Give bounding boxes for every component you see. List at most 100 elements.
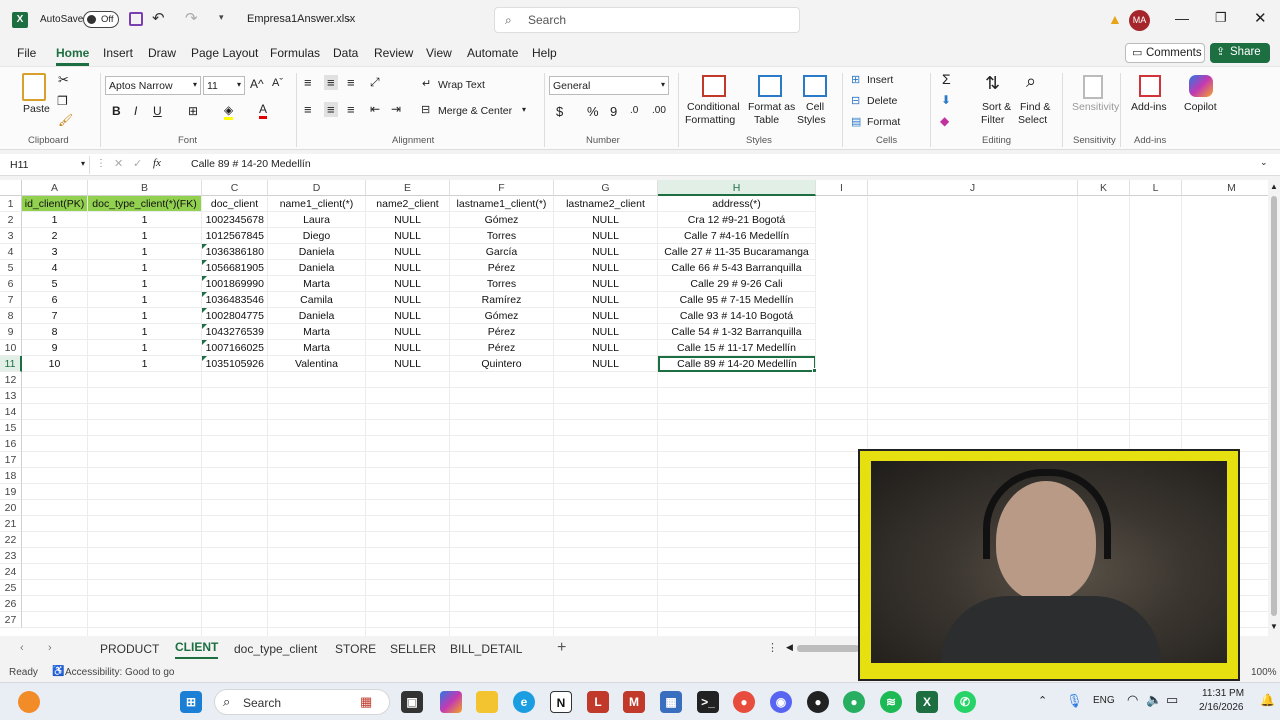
empty-row[interactable] xyxy=(22,404,1268,420)
wrap-text-icon[interactable]: ↵ xyxy=(422,77,431,90)
table-label[interactable]: Table xyxy=(754,114,779,126)
mcafee-icon[interactable]: M xyxy=(623,691,645,713)
column-header-e[interactable]: E xyxy=(366,180,450,196)
row-header-5[interactable]: 5 xyxy=(0,260,22,276)
pdf-reader-icon[interactable]: L xyxy=(587,691,609,713)
sheet-tab-seller[interactable]: SELLER xyxy=(390,642,436,656)
next-sheet-icon[interactable]: › xyxy=(48,642,52,654)
davinci-icon[interactable]: ● xyxy=(807,691,829,713)
column-header-h[interactable]: H xyxy=(658,180,816,196)
discord-icon[interactable]: ◉ xyxy=(770,691,792,713)
data-cell[interactable]: NULL xyxy=(554,228,658,244)
data-cell[interactable]: 1035105926 xyxy=(202,356,268,372)
row-header-8[interactable]: 8 xyxy=(0,308,22,324)
data-cell[interactable]: NULL xyxy=(554,308,658,324)
widgets-icon[interactable] xyxy=(18,691,40,713)
decrease-font-icon[interactable]: Aˇ xyxy=(272,77,283,89)
data-cell[interactable]: 1 xyxy=(88,260,202,276)
format-cells-button[interactable]: Format xyxy=(867,116,900,128)
data-cell[interactable]: 1012567845 xyxy=(202,228,268,244)
data-cell[interactable]: Camila xyxy=(268,292,366,308)
column-header-i[interactable]: I xyxy=(816,180,868,196)
data-cell[interactable]: Quintero xyxy=(450,356,554,372)
calculator-icon[interactable]: ▦ xyxy=(660,691,682,713)
minimize-icon[interactable]: — xyxy=(1175,10,1189,26)
data-cell[interactable]: Diego xyxy=(268,228,366,244)
data-cell[interactable]: NULL xyxy=(554,244,658,260)
whatsapp-icon[interactable]: ✆ xyxy=(954,691,976,713)
volume-icon[interactable]: 🔈 xyxy=(1146,692,1162,708)
header-cell[interactable]: doc_type_client(*)(FK) xyxy=(88,196,202,212)
tab-data[interactable]: Data xyxy=(333,46,358,60)
scroll-left-icon[interactable]: ◀ xyxy=(786,642,793,653)
row-header-26[interactable]: 26 xyxy=(0,596,22,612)
align-right-icon[interactable]: ≡ xyxy=(347,102,355,117)
increase-indent-icon[interactable]: ⇥ xyxy=(391,102,401,116)
formula-input[interactable]: Calle 89 # 14-20 Medellín xyxy=(191,158,311,170)
cell-label[interactable]: Cell xyxy=(806,101,824,113)
terminal-icon[interactable]: >_ xyxy=(697,691,719,713)
empty-row[interactable] xyxy=(22,388,1268,404)
data-cell[interactable]: Calle 89 # 14-20 Medellín xyxy=(658,356,816,372)
row-header-6[interactable]: 6 xyxy=(0,276,22,292)
filter-label[interactable]: Filter xyxy=(981,114,1004,126)
increase-font-icon[interactable]: A^ xyxy=(250,77,264,91)
horizontal-scroll-thumb[interactable] xyxy=(797,645,859,652)
data-cell[interactable]: NULL xyxy=(554,212,658,228)
close-icon[interactable]: ✕ xyxy=(1254,9,1267,27)
data-cell[interactable]: Calle 27 # 11-35 Bucaramanga xyxy=(658,244,816,260)
font-color-icon[interactable]: A xyxy=(259,102,268,119)
merge-center-icon[interactable]: ⊟ xyxy=(421,103,430,116)
data-cell[interactable]: 1 xyxy=(88,292,202,308)
tab-file[interactable]: File xyxy=(17,46,36,60)
data-cell[interactable]: 1036483546 xyxy=(202,292,268,308)
vertical-scrollbar[interactable]: ▲ ▼ xyxy=(1268,180,1280,636)
scroll-up-icon[interactable]: ▲ xyxy=(1270,182,1278,191)
delete-cells-button[interactable]: Delete xyxy=(867,95,897,107)
file-explorer-icon[interactable] xyxy=(476,691,498,713)
start-icon[interactable]: ⊞ xyxy=(180,691,202,713)
paste-icon[interactable] xyxy=(22,73,46,101)
decrease-decimal-icon[interactable]: .00 xyxy=(652,105,666,116)
row-header-9[interactable]: 9 xyxy=(0,324,22,340)
tabs-options-icon[interactable]: ⋮ xyxy=(767,641,778,654)
currency-icon[interactable]: $ xyxy=(556,104,563,119)
header-cell[interactable]: id_client(PK) xyxy=(22,196,88,212)
data-cell[interactable]: Marta xyxy=(268,276,366,292)
addins-icon[interactable] xyxy=(1139,75,1161,97)
sensitivity-icon[interactable] xyxy=(1083,75,1103,99)
data-cell[interactable]: 7 xyxy=(22,308,88,324)
data-cell[interactable]: Cra 12 #9-21 Bogotá xyxy=(658,212,816,228)
scroll-thumb[interactable] xyxy=(1271,196,1277,616)
data-cell[interactable]: Marta xyxy=(268,340,366,356)
microphone-icon[interactable]: 🎙 xyxy=(1066,693,1083,709)
data-cell[interactable]: NULL xyxy=(366,340,450,356)
row-header-17[interactable]: 17 xyxy=(0,452,22,468)
format-painter-icon[interactable]: 🖌 xyxy=(58,113,73,127)
data-cell[interactable]: 8 xyxy=(22,324,88,340)
row-header-7[interactable]: 7 xyxy=(0,292,22,308)
sort-filter-icon[interactable]: ⇅ xyxy=(985,73,1000,94)
data-cell[interactable]: 1 xyxy=(88,244,202,260)
tab-automate[interactable]: Automate xyxy=(467,46,518,60)
data-cell[interactable]: Daniela xyxy=(268,244,366,260)
data-cell[interactable]: 1 xyxy=(88,276,202,292)
data-cell[interactable]: 1 xyxy=(88,308,202,324)
data-cell[interactable]: Valentina xyxy=(268,356,366,372)
cancel-entry-icon[interactable]: ✕ xyxy=(114,157,123,170)
row-header-4[interactable]: 4 xyxy=(0,244,22,260)
row-header-15[interactable]: 15 xyxy=(0,420,22,436)
data-cell[interactable]: Calle 54 # 1-32 Barranquilla xyxy=(658,324,816,340)
data-cell[interactable]: Laura xyxy=(268,212,366,228)
data-cell[interactable]: Calle 66 # 5-43 Barranquilla xyxy=(658,260,816,276)
spotify-icon[interactable]: ≋ xyxy=(880,691,902,713)
sort-label[interactable]: Sort & xyxy=(982,101,1011,113)
borders-icon[interactable]: ⊞ xyxy=(188,104,198,118)
excel-taskbar-icon[interactable]: X xyxy=(916,691,938,713)
column-header-a[interactable]: A xyxy=(22,180,88,196)
prev-sheet-icon[interactable]: ‹ xyxy=(20,642,24,654)
chrome-icon[interactable]: ● xyxy=(733,691,755,713)
align-top-icon[interactable]: ≡ xyxy=(304,75,312,90)
data-cell[interactable]: NULL xyxy=(554,324,658,340)
data-cell[interactable]: 6 xyxy=(22,292,88,308)
